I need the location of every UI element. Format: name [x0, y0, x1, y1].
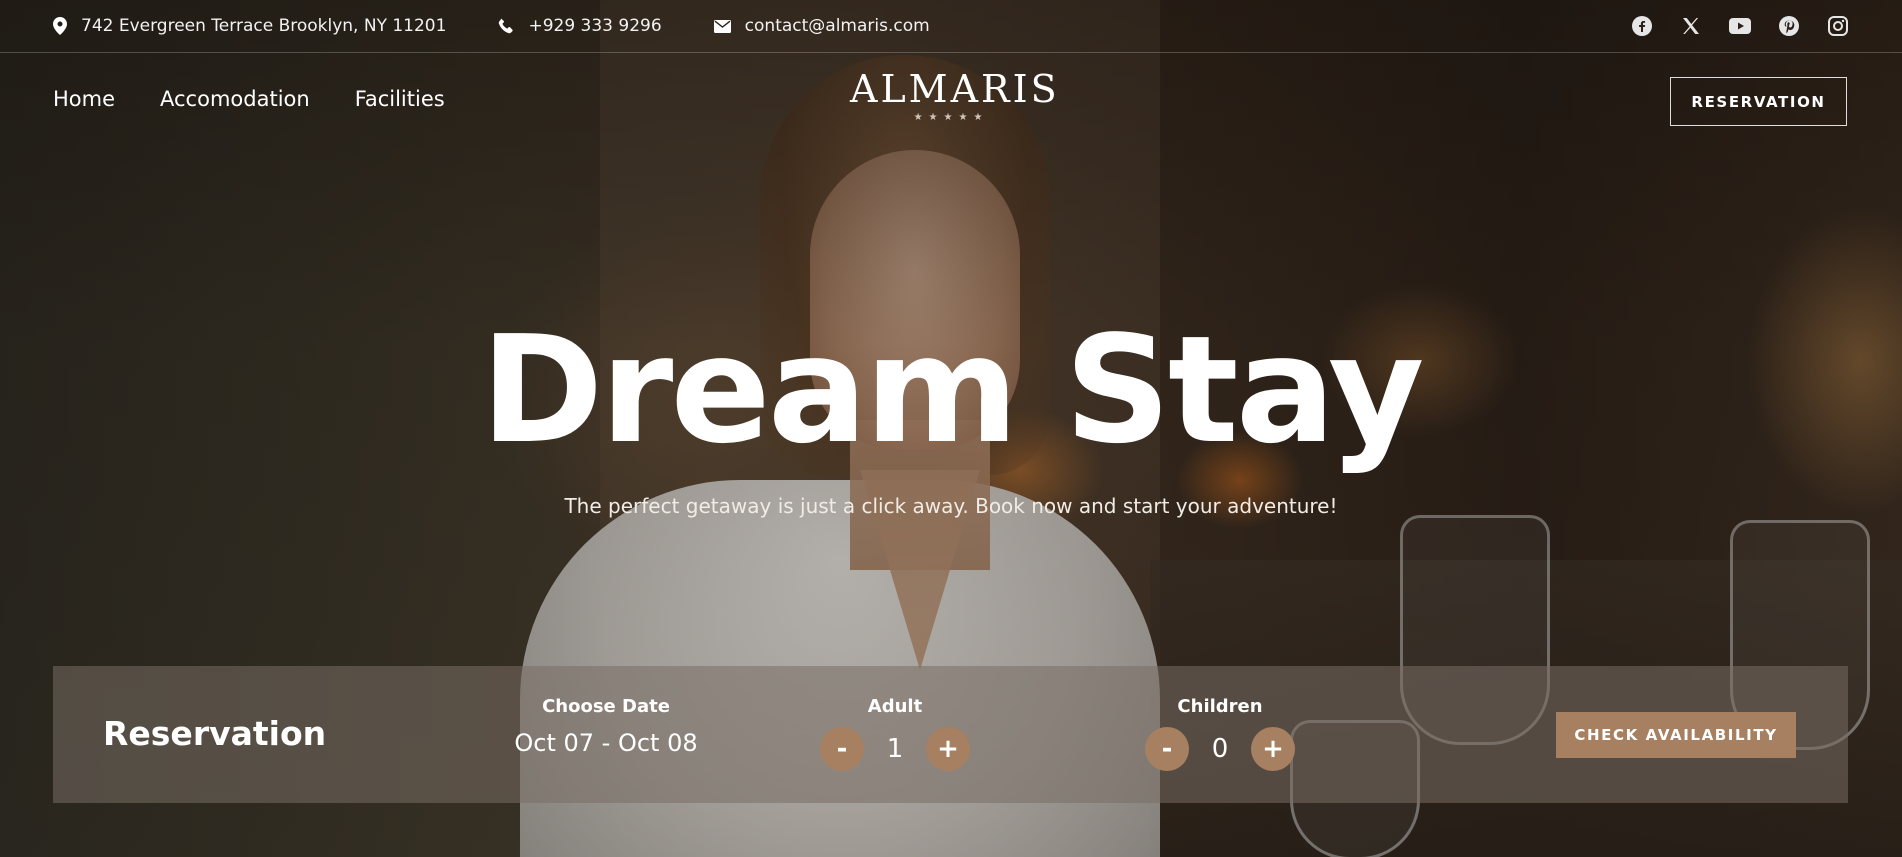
children-decrement-button[interactable]: - — [1145, 727, 1189, 771]
top-info-bar: 742 Evergreen Terrace Brooklyn, NY 11201… — [0, 0, 1902, 53]
location-pin-icon — [53, 17, 67, 35]
children-stepper-group: Children - 0 + — [1120, 696, 1320, 771]
date-label: Choose Date — [542, 696, 670, 717]
instagram-icon[interactable] — [1827, 15, 1849, 37]
adult-increment-button[interactable]: + — [926, 727, 970, 771]
hero-subtitle: The perfect getaway is just a click away… — [564, 494, 1338, 518]
adult-stepper: - 1 + — [795, 727, 995, 771]
phone-text: +929 333 9296 — [528, 16, 662, 36]
adult-decrement-button[interactable]: - — [820, 727, 864, 771]
main-navigation: Home Accomodation Facilities ALMARIS ★★★… — [0, 54, 1902, 149]
adult-stepper-group: Adult - 1 + — [795, 696, 995, 771]
social-links — [1604, 15, 1849, 37]
children-label: Children — [1177, 696, 1263, 717]
logo-stars: ★★★★★ — [913, 112, 989, 123]
phone-icon — [499, 18, 514, 34]
hero-title: Dream Stay — [480, 304, 1425, 476]
topbar-email[interactable]: contact@almaris.com — [713, 16, 930, 36]
nav-item-facilities[interactable]: Facilities — [355, 87, 445, 111]
nav-links: Home Accomodation Facilities — [53, 87, 490, 111]
adult-label: Adult — [867, 696, 923, 717]
reservation-button[interactable]: RESERVATION — [1670, 77, 1847, 126]
nav-item-home[interactable]: Home — [53, 87, 115, 111]
topbar-phone[interactable]: +929 333 9296 — [498, 16, 662, 36]
logo-text: ALMARIS — [850, 67, 1060, 111]
reservation-panel: Reservation Choose Date Oct 07 - Oct 08 … — [53, 666, 1848, 803]
address-text: 742 Evergreen Terrace Brooklyn, NY 11201 — [81, 16, 447, 36]
reservation-title: Reservation — [103, 714, 327, 753]
nav-item-accomodation[interactable]: Accomodation — [160, 87, 310, 111]
facebook-icon[interactable] — [1631, 15, 1653, 37]
mail-icon — [713, 19, 731, 33]
x-icon[interactable] — [1680, 15, 1702, 37]
email-text: contact@almaris.com — [744, 16, 930, 36]
date-range-input[interactable]: Oct 07 - Oct 08 — [456, 729, 756, 757]
adult-count[interactable]: 1 — [864, 734, 926, 764]
children-stepper: - 0 + — [1120, 727, 1320, 771]
pinterest-icon[interactable] — [1778, 15, 1800, 37]
site-logo[interactable]: ALMARIS ★★★★★ — [850, 67, 1060, 123]
children-count[interactable]: 0 — [1189, 734, 1251, 764]
topbar-address: 742 Evergreen Terrace Brooklyn, NY 11201 — [53, 16, 446, 36]
date-picker-group: Choose Date Oct 07 - Oct 08 — [456, 696, 756, 757]
check-availability-button[interactable]: CHECK AVAILABILITY — [1556, 712, 1796, 758]
youtube-icon[interactable] — [1729, 15, 1751, 37]
children-increment-button[interactable]: + — [1251, 727, 1295, 771]
